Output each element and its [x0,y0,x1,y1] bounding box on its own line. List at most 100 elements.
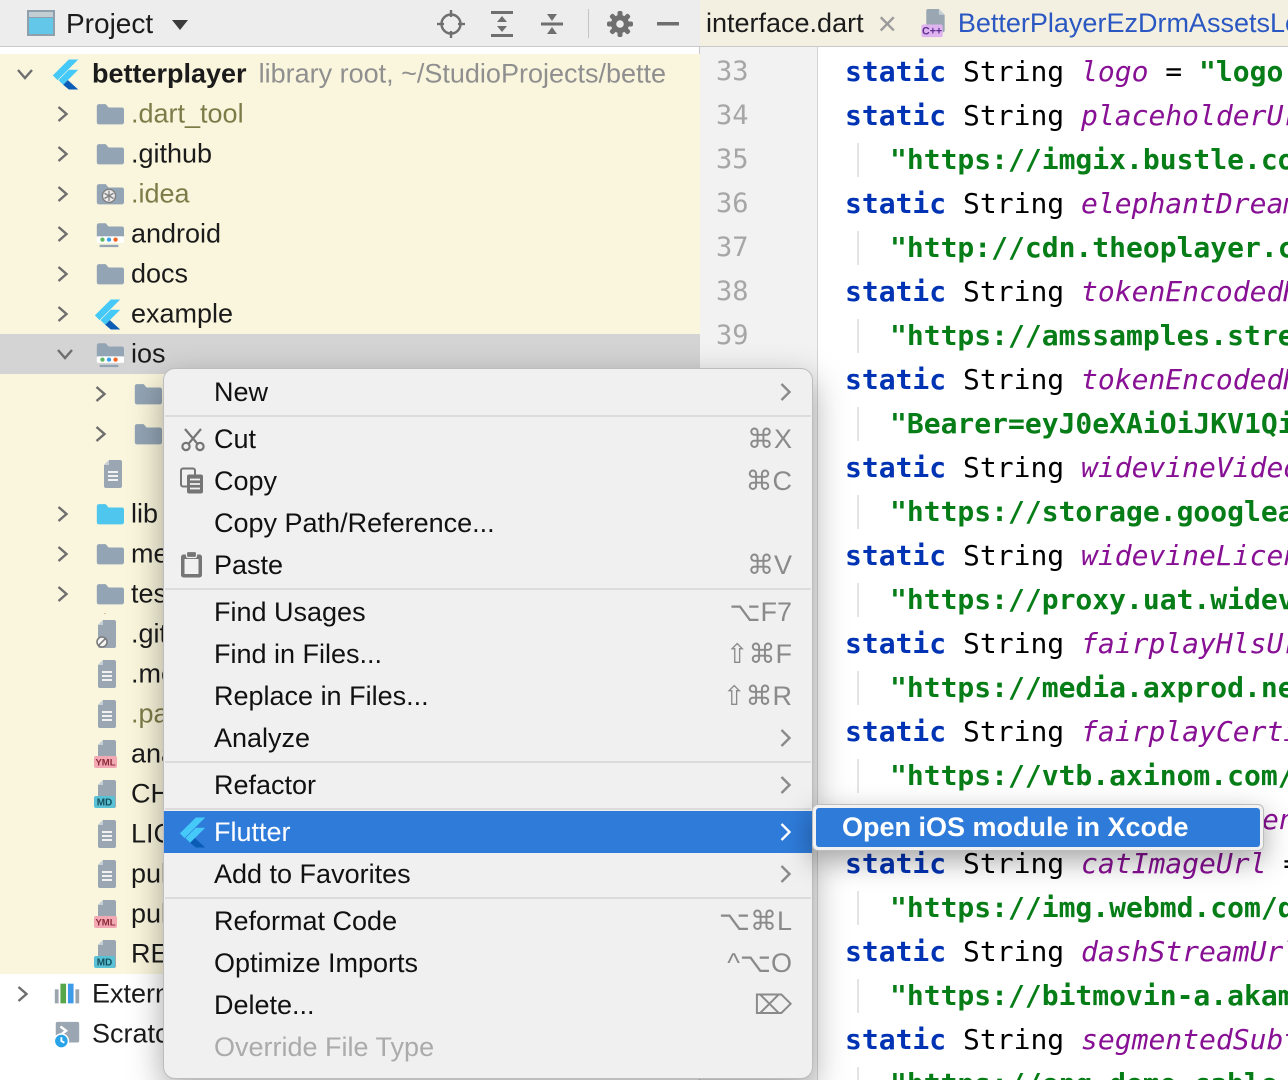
menu-item-add-to-favorites[interactable]: Add to Favorites [164,853,812,895]
code-line: "https://vtb.axinom.com/ [818,754,1288,798]
file-md-icon: MD [94,939,121,969]
menu-item-refactor[interactable]: Refactor [164,764,812,806]
tree-item-label: .idea [131,179,190,209]
locate-target-icon[interactable] [435,8,467,40]
tab-betterplayer-ezdrm[interactable]: C++ BetterPlayerEzDrmAssetsLoaderD [921,0,1288,46]
folder-icon [132,379,162,409]
tree-item-betterplayer[interactable]: betterplayerlibrary root, ~/StudioProjec… [0,54,700,94]
menu-item-copy-path-reference[interactable]: Copy Path/Reference... [164,502,812,544]
menu-item-new[interactable]: New [164,371,812,413]
collapse-all-icon[interactable] [537,8,569,40]
folder-icon [94,99,124,129]
chevron-right-icon[interactable] [92,423,108,445]
menu-item-override-file-type[interactable]: Override File Type [164,1026,812,1068]
chevron-down-icon[interactable] [54,346,76,362]
code-token: String [946,539,1081,572]
menu-item-copy[interactable]: Copy ⌘C [164,460,812,502]
code-token: static [845,847,946,880]
code-line: static String widevineLicens [818,534,1288,578]
chevron-right-icon[interactable] [92,383,108,405]
code-token: static [845,275,946,308]
chevron-right-icon[interactable] [54,503,70,525]
menu-item-analyze[interactable]: Analyze [164,717,812,759]
chevron-right-icon[interactable] [54,103,70,125]
menu-item-cut[interactable]: Cut⌘X [164,418,812,460]
menu-item-reformat-code[interactable]: Reformat Code⌥⌘L [164,900,812,942]
dropdown-caret-icon[interactable] [172,20,188,30]
tool-window-icon [26,9,56,42]
tree-item-example[interactable]: example [0,294,700,334]
code-editor[interactable]: static String logo = "logo.p static Strin… [818,47,1288,1080]
chevron-right-icon[interactable] [54,263,70,285]
menu-item-find-in-files[interactable]: Find in Files...⇧⌘F [164,633,812,675]
chevron-right-icon[interactable] [54,303,70,325]
folder-icon [132,419,162,449]
code-token: "https://img.webmd.com/d [890,891,1288,924]
menu-item-delete[interactable]: Delete...⌦ [164,984,812,1026]
menu-item-find-usages[interactable]: Find Usages⌥F7 [164,591,812,633]
flutter-icon [94,299,122,330]
menu-item-label: Copy [214,466,277,497]
menu-item-label: Copy Path/Reference... [214,508,495,539]
code-token: static [845,627,946,660]
file-icon [94,819,120,849]
tree-item-label: .git [131,619,167,649]
menu-item-shortcut: ⌘X [747,424,792,455]
settings-gear-icon[interactable] [604,8,636,40]
chevron-down-icon[interactable] [14,66,36,82]
code-token: static [845,1023,946,1056]
menu-item-shortcut: ^⌥O [727,948,792,979]
tree-item--dart-tool[interactable]: .dart_tool [0,94,700,134]
code-line: "https://storage.googlea [818,490,1288,534]
code-line: static String widevineVideoU [818,446,1288,490]
code-token: static [845,99,946,132]
menu-item-open-ios-module-in-xcode[interactable]: Open iOS module in Xcode [816,808,1260,847]
cut-icon [179,425,207,453]
tab-interface-dart[interactable]: interface.dart × [700,0,909,46]
tree-item--idea[interactable]: .idea [0,174,700,214]
code-token: String [946,187,1081,220]
tree-item-android[interactable]: android [0,214,700,254]
chevron-right-icon[interactable] [54,223,70,245]
chevron-right-icon[interactable] [14,983,30,1005]
project-panel-header: Project [0,0,700,47]
code-token: "https://vtb.axinom.com/ [890,759,1288,792]
close-icon[interactable]: × [878,7,897,40]
chevron-right-icon[interactable] [54,543,70,565]
menu-item-paste[interactable]: Paste⌘V [164,544,812,586]
menu-separator [165,415,811,417]
hide-panel-minus-icon[interactable] [654,8,686,40]
menu-item-shortcut: ⌥⌘L [719,906,792,937]
flutter-icon [52,59,80,90]
chevron-right-icon[interactable] [54,143,70,165]
folder-icon [94,259,124,289]
code-token: String [946,55,1081,88]
code-token: String [946,935,1081,968]
code-token: logo [1081,55,1148,88]
code-line: static String tokenEncodedH [818,358,1288,402]
menu-item-label: Replace in Files... [214,681,429,712]
code-token: placeholderUrl [1081,99,1288,132]
menu-item-flutter[interactable]: Flutter [164,811,812,853]
chevron-right-icon[interactable] [54,183,70,205]
menu-item-replace-in-files[interactable]: Replace in Files...⇧⌘R [164,675,812,717]
chevron-right-icon[interactable] [54,583,70,605]
code-line: static String tokenEncodedH [818,270,1288,314]
editor-tab-bar: interface.dart × C++ BetterPlayerEzDrmAs… [700,0,1288,47]
panel-title[interactable]: Project [66,8,153,40]
line-number: 35 [700,138,817,182]
code-token: ens [1262,803,1288,836]
menu-item-optimize-imports[interactable]: Optimize Imports^⌥O [164,942,812,984]
menu-item-shortcut: ⌘C [746,466,793,497]
code-line: static String logo = "logo.p [818,50,1288,94]
svg-text:MD: MD [97,958,113,969]
tree-item-docs[interactable]: docs [0,254,700,294]
expand-all-icon[interactable] [487,8,519,40]
copy-icon [179,467,206,496]
tree-item-label: android [131,219,221,249]
file-icon [94,659,120,689]
menu-separator [165,897,811,899]
code-line: static String dashStreamUrl [818,930,1288,974]
tree-item--github[interactable]: .github [0,134,700,174]
code-token: "https://proxy.uat.widev [890,583,1288,616]
